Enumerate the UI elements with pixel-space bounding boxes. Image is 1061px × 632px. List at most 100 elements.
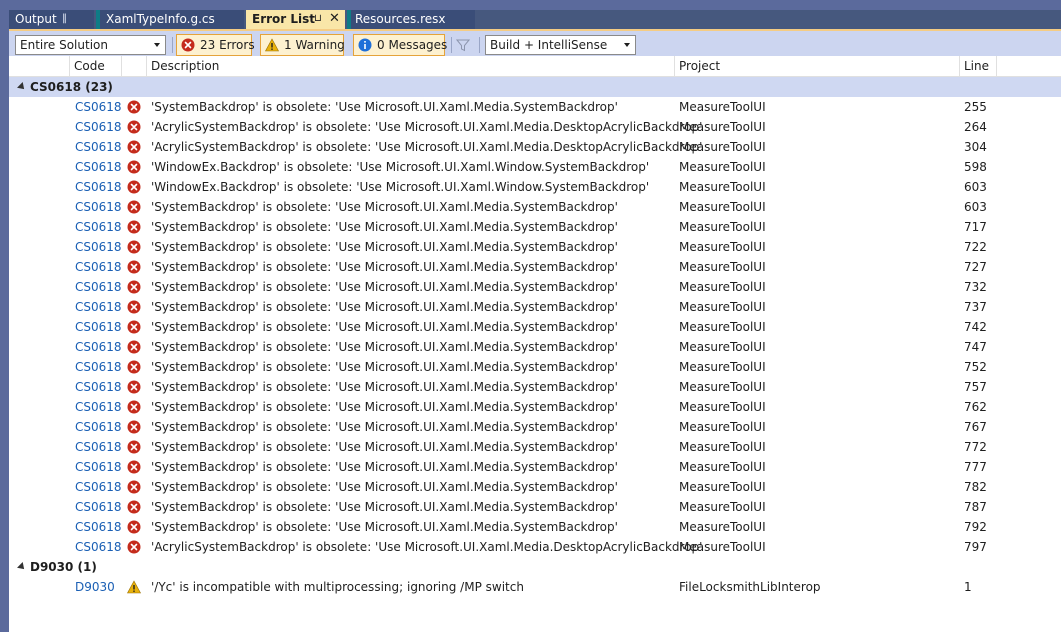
error-list-row[interactable]: CS0618 'SystemBackdrop' is obsolete: 'Use… <box>9 517 1061 537</box>
errors-filter-button[interactable]: 23 Errors <box>176 34 255 56</box>
column-header-severity[interactable] <box>122 56 147 77</box>
error-list-row[interactable]: CS0618 'SystemBackdrop' is obsolete: 'Use… <box>9 97 1061 117</box>
error-code-link[interactable]: CS0618 <box>75 157 122 177</box>
error-code-link[interactable]: CS0618 <box>75 397 122 417</box>
error-code-link[interactable]: CS0618 <box>75 277 122 297</box>
scope-dropdown[interactable]: Entire Solution <box>15 35 166 55</box>
error-icon <box>127 280 141 294</box>
error-list-row[interactable]: CS0618 'SystemBackdrop' is obsolete: 'Use… <box>9 457 1061 477</box>
error-list-row[interactable]: CS0618 'SystemBackdrop' is obsolete: 'Use… <box>9 257 1061 277</box>
error-list-row[interactable]: CS0618 'SystemBackdrop' is obsolete: 'Use… <box>9 437 1061 457</box>
pin-icon[interactable]: ⊔ <box>314 10 322 28</box>
error-list-row[interactable]: CS0618 'SystemBackdrop' is obsolete: 'Use… <box>9 197 1061 217</box>
error-line-number: 762 <box>964 400 987 414</box>
error-code-link[interactable]: CS0618 <box>75 337 122 357</box>
column-header-project[interactable]: Project <box>675 56 960 77</box>
tab-error-list[interactable]: Error List ⊔ ✕ <box>246 10 345 29</box>
error-list-row[interactable]: CS0618 'SystemBackdrop' is obsolete: 'Use… <box>9 217 1061 237</box>
error-code-link[interactable]: CS0618 <box>75 297 122 317</box>
error-list-row[interactable]: CS0618 'SystemBackdrop' is obsolete: 'Use… <box>9 477 1061 497</box>
error-code-link[interactable]: CS0618 <box>75 137 122 157</box>
error-icon <box>127 460 141 474</box>
chevron-down-icon <box>154 43 160 47</box>
error-list-row[interactable]: CS0618 'SystemBackdrop' is obsolete: 'Use… <box>9 277 1061 297</box>
toolbar-separator <box>451 37 452 53</box>
error-code-link[interactable]: CS0618 <box>75 517 122 537</box>
error-code-link[interactable]: CS0618 <box>75 97 122 117</box>
error-project: MeasureToolUI <box>679 380 766 394</box>
messages-filter-button[interactable]: 0 Messages <box>353 34 447 56</box>
build-source-value: Build + IntelliSense <box>490 38 608 52</box>
error-code-link[interactable]: CS0618 <box>75 217 122 237</box>
error-list-row[interactable]: CS0618 'SystemBackdrop' is obsolete: 'Use… <box>9 377 1061 397</box>
error-code-link[interactable]: CS0618 <box>75 457 122 477</box>
column-header-line[interactable]: Line <box>960 56 997 77</box>
error-list-row[interactable]: CS0618 'SystemBackdrop' is obsolete: 'Use… <box>9 317 1061 337</box>
error-list-row[interactable]: CS0618 'SystemBackdrop' is obsolete: 'Use… <box>9 237 1061 257</box>
error-code-link[interactable]: CS0618 <box>75 117 122 137</box>
error-code-link[interactable]: CS0618 <box>75 437 122 457</box>
error-description: 'SystemBackdrop' is obsolete: 'Use Micro… <box>151 300 618 314</box>
warnings-filter-button[interactable]: 1 Warning <box>260 34 345 56</box>
error-list-row[interactable]: CS0618 'SystemBackdrop' is obsolete: 'Use… <box>9 497 1061 517</box>
error-project: MeasureToolUI <box>679 480 766 494</box>
error-project: MeasureToolUI <box>679 340 766 354</box>
collapse-triangle-icon[interactable] <box>17 562 27 572</box>
error-list-row[interactable]: CS0618 'AcrylicSystemBackdrop' is obsolet… <box>9 137 1061 157</box>
tab-xamltypeinfo[interactable]: XamlTypeInfo.g.cs <box>96 10 244 29</box>
error-list-row[interactable]: CS0618 'WindowEx.Backdrop' is obsolete: '… <box>9 177 1061 197</box>
build-source-dropdown[interactable]: Build + IntelliSense <box>485 35 636 55</box>
error-line-number: 777 <box>964 460 987 474</box>
error-description: 'AcrylicSystemBackdrop' is obsolete: 'Us… <box>151 120 703 134</box>
error-description: 'SystemBackdrop' is obsolete: 'Use Micro… <box>151 100 618 114</box>
error-list-row[interactable]: CS0618 'WindowEx.Backdrop' is obsolete: '… <box>9 157 1061 177</box>
error-list-row[interactable]: CS0618 'AcrylicSystemBackdrop' is obsolet… <box>9 537 1061 557</box>
tab-resources-resx[interactable]: Resources.resx <box>347 10 475 29</box>
collapse-triangle-icon[interactable] <box>17 82 27 92</box>
column-header-description[interactable]: Description <box>147 56 675 77</box>
error-description: 'AcrylicSystemBackdrop' is obsolete: 'Us… <box>151 540 703 554</box>
error-project: FileLocksmithLibInterop <box>679 580 821 594</box>
error-code-link[interactable]: D9030 <box>75 577 115 597</box>
pin-icon[interactable]: ‖ <box>62 10 67 28</box>
column-header-code[interactable]: Code <box>70 56 122 77</box>
error-list-row[interactable]: CS0618 'SystemBackdrop' is obsolete: 'Use… <box>9 297 1061 317</box>
error-code-link[interactable]: CS0618 <box>75 237 122 257</box>
error-code-link[interactable]: CS0618 <box>75 537 122 557</box>
error-code-link[interactable]: CS0618 <box>75 377 122 397</box>
error-description: 'SystemBackdrop' is obsolete: 'Use Micro… <box>151 320 618 334</box>
error-description: 'SystemBackdrop' is obsolete: 'Use Micro… <box>151 240 618 254</box>
error-description: 'SystemBackdrop' is obsolete: 'Use Micro… <box>151 360 618 374</box>
error-code-link[interactable]: CS0618 <box>75 357 122 377</box>
error-code-link[interactable]: CS0618 <box>75 317 122 337</box>
error-icon <box>127 220 141 234</box>
error-list-row[interactable]: CS0618 'SystemBackdrop' is obsolete: 'Use… <box>9 397 1061 417</box>
close-icon[interactable]: ✕ <box>329 10 340 28</box>
error-list-row[interactable]: D9030 '/Yc' is incompatible with multipro… <box>9 577 1061 597</box>
error-icon <box>127 140 141 154</box>
scope-dropdown-value: Entire Solution <box>20 38 108 52</box>
error-description: 'SystemBackdrop' is obsolete: 'Use Micro… <box>151 500 618 514</box>
error-line-number: 603 <box>964 180 987 194</box>
error-code-link[interactable]: CS0618 <box>75 177 122 197</box>
error-line-number: 603 <box>964 200 987 214</box>
error-code-link[interactable]: CS0618 <box>75 197 122 217</box>
error-code-link[interactable]: CS0618 <box>75 477 122 497</box>
error-code-link[interactable]: CS0618 <box>75 417 122 437</box>
error-list-row[interactable]: CS0618 'SystemBackdrop' is obsolete: 'Use… <box>9 357 1061 377</box>
error-project: MeasureToolUI <box>679 520 766 534</box>
group-header-row[interactable]: D9030 (1) <box>9 557 1061 577</box>
error-code-link[interactable]: CS0618 <box>75 497 122 517</box>
error-list-row[interactable]: CS0618 'SystemBackdrop' is obsolete: 'Use… <box>9 417 1061 437</box>
error-description: '/Yc' is incompatible with multiprocessi… <box>151 580 524 594</box>
error-list-row[interactable]: CS0618 'AcrylicSystemBackdrop' is obsolet… <box>9 117 1061 137</box>
tab-error-list-label: Error List <box>252 12 316 26</box>
filter-funnel-icon[interactable] <box>456 38 470 52</box>
error-list-row[interactable]: CS0618 'SystemBackdrop' is obsolete: 'Use… <box>9 337 1061 357</box>
group-header-row[interactable]: CS0618 (23) <box>9 77 1061 97</box>
error-project: MeasureToolUI <box>679 300 766 314</box>
error-description: 'SystemBackdrop' is obsolete: 'Use Micro… <box>151 480 618 494</box>
tab-output[interactable]: Output ‖ <box>9 10 94 29</box>
error-code-link[interactable]: CS0618 <box>75 257 122 277</box>
expand-column-header[interactable] <box>9 56 70 77</box>
